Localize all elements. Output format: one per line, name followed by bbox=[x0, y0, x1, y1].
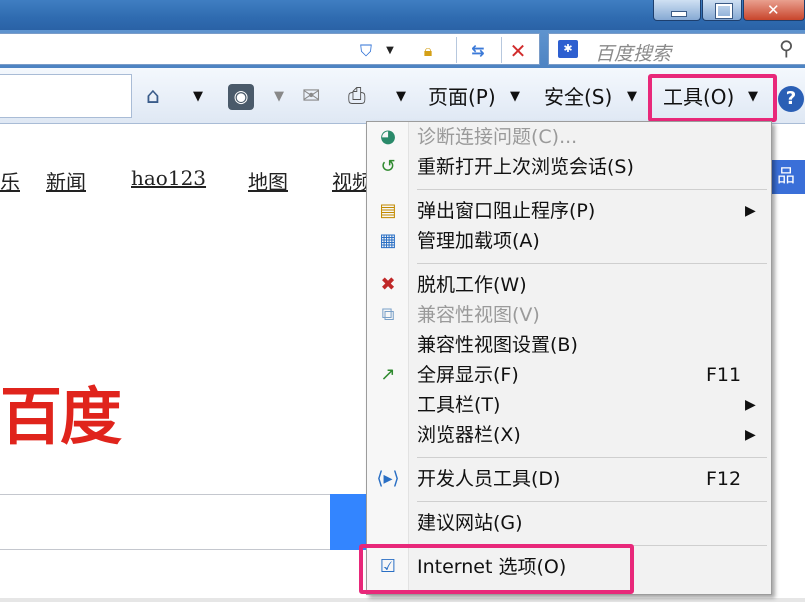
search-icon[interactable]: ⚲ bbox=[779, 36, 794, 60]
menu-item-toolbars[interactable]: 工具栏(T) ▶ bbox=[367, 390, 771, 420]
popup-blocker-icon: ▤ bbox=[379, 200, 397, 221]
minimize-button[interactable] bbox=[653, 0, 701, 21]
close-window-button[interactable] bbox=[743, 0, 805, 21]
menu-item-label: 诊断连接问题(C)... bbox=[417, 126, 578, 148]
offline-icon: ✖ bbox=[380, 274, 396, 295]
menu-item-suggested-sites[interactable]: 建议网站(G) bbox=[367, 508, 771, 538]
baidu-paw-icon: ✱ bbox=[558, 40, 578, 58]
menu-item-label: 兼容性视图(V) bbox=[417, 304, 540, 326]
nav-link-hao123[interactable]: hao123 bbox=[131, 166, 206, 190]
menu-item-compat-settings[interactable]: 兼容性视图设置(B) bbox=[367, 330, 771, 360]
baidu-search-input[interactable] bbox=[0, 494, 336, 550]
safety-dropdown-icon[interactable]: ▼ bbox=[627, 82, 637, 112]
fullscreen-icon: ↗ bbox=[380, 364, 396, 385]
submenu-arrow-icon: ▶ bbox=[745, 427, 756, 443]
rss-dropdown-icon[interactable]: ▼ bbox=[274, 82, 284, 112]
address-bar[interactable]: ⛉ ▼ 🔒︎ ⇆ ✕ bbox=[0, 33, 540, 65]
dev-tools-icon: ⟨▸⟩ bbox=[376, 468, 400, 489]
compat-view-icon: ⧉ bbox=[381, 304, 395, 325]
nav-link-map[interactable]: 地图 bbox=[248, 166, 288, 195]
stop-icon[interactable]: ✕ bbox=[508, 41, 528, 61]
refresh-icon[interactable]: ⇆ bbox=[468, 41, 488, 61]
submenu-arrow-icon: ▶ bbox=[745, 203, 756, 219]
menu-item-diagnose[interactable]: ◕ 诊断连接问题(C)... bbox=[367, 122, 771, 152]
shortcut-label: F11 bbox=[706, 364, 742, 386]
search-box[interactable]: ✱ 百度搜索 ⚲ bbox=[548, 33, 805, 65]
menu-item-label: 建议网站(G) bbox=[417, 512, 523, 534]
menu-separator bbox=[417, 263, 767, 264]
menu-item-compat-view[interactable]: ⧉ 兼容性视图(V) bbox=[367, 300, 771, 330]
menu-item-label: 开发人员工具(D) bbox=[417, 468, 561, 490]
more-products-button[interactable]: 品 bbox=[771, 160, 805, 194]
menu-item-fullscreen[interactable]: ↗ 全屏显示(F) F11 bbox=[367, 360, 771, 390]
menu-separator bbox=[417, 457, 767, 458]
menu-item-label: 浏览器栏(X) bbox=[417, 424, 521, 446]
page-dropdown-icon[interactable]: ▼ bbox=[510, 82, 520, 112]
tools-highlight-box bbox=[648, 74, 777, 122]
shield-icon[interactable]: ⛉ bbox=[356, 41, 376, 61]
page-menu[interactable]: 页面(P) bbox=[428, 82, 496, 112]
menu-item-dev-tools[interactable]: ⟨▸⟩ 开发人员工具(D) F12 bbox=[367, 464, 771, 494]
menu-item-reopen-session[interactable]: ↺ 重新打开上次浏览会话(S) bbox=[367, 152, 771, 182]
diagnose-icon: ◕ bbox=[380, 126, 396, 147]
menu-item-work-offline[interactable]: ✖ 脱机工作(W) bbox=[367, 270, 771, 300]
divider bbox=[456, 37, 457, 63]
baidu-logo: 百度 bbox=[0, 380, 122, 453]
divider bbox=[501, 37, 502, 63]
print-dropdown-icon[interactable]: ▼ bbox=[396, 82, 406, 112]
shortcut-label: F12 bbox=[706, 468, 742, 490]
home-icon[interactable]: ⌂ bbox=[146, 82, 160, 112]
lock-icon[interactable]: 🔒︎ bbox=[418, 41, 438, 61]
menu-item-label: 脱机工作(W) bbox=[417, 274, 527, 296]
divider bbox=[0, 598, 805, 602]
menu-item-label: 管理加载项(A) bbox=[417, 230, 540, 252]
search-placeholder[interactable]: 百度搜索 bbox=[595, 39, 671, 66]
baidu-search-button[interactable] bbox=[330, 494, 370, 550]
safety-menu[interactable]: 安全(S) bbox=[544, 82, 612, 112]
menu-separator bbox=[417, 501, 767, 502]
addons-icon: ▦ bbox=[379, 230, 397, 251]
rss-feed-icon[interactable]: ◉ bbox=[228, 84, 254, 110]
maximize-button[interactable] bbox=[702, 0, 742, 21]
menu-item-label: 弹出窗口阻止程序(P) bbox=[417, 200, 596, 222]
tools-dropdown-menu: ◕ 诊断连接问题(C)... ↺ 重新打开上次浏览会话(S) ▤ 弹出窗口阻止程… bbox=[366, 121, 772, 595]
mail-icon[interactable]: ✉ bbox=[302, 82, 320, 112]
menu-item-label: 全屏显示(F) bbox=[417, 364, 519, 386]
printer-icon[interactable]: ⎙ bbox=[348, 82, 366, 112]
menu-separator bbox=[417, 189, 767, 190]
address-row: ⛉ ▼ 🔒︎ ⇆ ✕ ✱ 百度搜索 ⚲ bbox=[0, 30, 805, 68]
menu-item-label: 兼容性视图设置(B) bbox=[417, 334, 578, 356]
menu-item-label: 重新打开上次浏览会话(S) bbox=[417, 156, 634, 178]
help-icon[interactable]: ? bbox=[778, 86, 804, 112]
menu-item-explorer-bars[interactable]: 浏览器栏(X) ▶ bbox=[367, 420, 771, 450]
chevron-down-icon[interactable]: ▼ bbox=[384, 41, 396, 61]
reopen-session-icon: ↺ bbox=[380, 156, 396, 177]
title-bar bbox=[0, 0, 805, 30]
nav-link-music[interactable]: 乐 bbox=[0, 166, 20, 195]
menu-item-manage-addons[interactable]: ▦ 管理加载项(A) bbox=[367, 226, 771, 256]
internet-options-highlight-box bbox=[359, 544, 634, 594]
menu-item-popup-blocker[interactable]: ▤ 弹出窗口阻止程序(P) ▶ bbox=[367, 196, 771, 226]
submenu-arrow-icon: ▶ bbox=[745, 397, 756, 413]
menu-item-label: 工具栏(T) bbox=[417, 394, 501, 416]
tab-strip bbox=[0, 74, 132, 118]
home-dropdown-icon[interactable]: ▼ bbox=[193, 82, 203, 112]
nav-link-news[interactable]: 新闻 bbox=[46, 166, 86, 195]
